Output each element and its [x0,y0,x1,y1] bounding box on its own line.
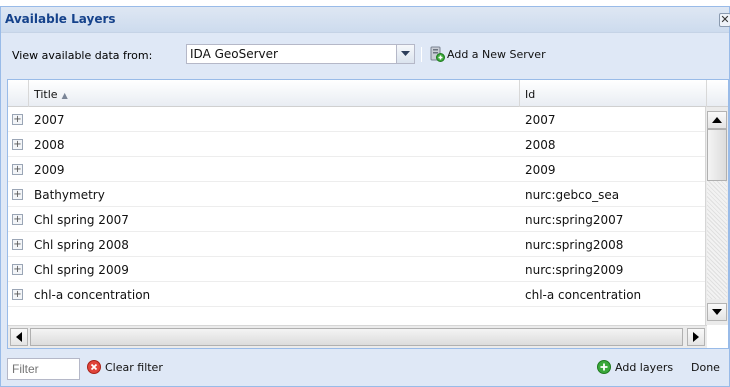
expand-icon[interactable]: + [12,114,23,125]
layers-grid: Title ▲ Id + 2007 2007 + 2008 2008 + 2009… [7,79,729,349]
table-row[interactable]: + Chl spring 2008 nurc:spring2008 [8,232,706,257]
scroll-right-button[interactable] [687,328,705,346]
available-layers-window: Available Layers ✕ View available data f… [0,6,730,387]
expand-icon[interactable]: + [12,189,23,200]
row-title: 2009 [34,163,65,177]
expand-icon[interactable]: + [12,239,23,250]
row-id: 2009 [525,163,556,177]
window-titlebar[interactable]: Available Layers ✕ [1,7,730,33]
title-column-header[interactable]: Title ▲ [30,80,520,107]
row-id: nurc:spring2008 [525,238,624,252]
scroll-left-button[interactable] [10,328,28,346]
add-server-button[interactable]: Add a New Server [427,44,548,64]
grid-rows: + 2007 2007 + 2008 2008 + 2009 2009 + Ba… [8,107,706,307]
filter-input[interactable] [7,358,80,380]
vertical-scrollbar[interactable] [705,107,728,325]
horizontal-scrollbar[interactable] [8,325,707,348]
source-label: View available data from: [12,49,153,62]
expand-icon[interactable]: + [12,289,23,300]
server-select-trigger[interactable] [396,45,414,63]
table-row[interactable]: + Chl spring 2009 nurc:spring2009 [8,257,706,282]
row-title: Bathymetry [34,188,105,202]
clear-filter-button[interactable]: Clear filter [87,360,163,374]
table-row[interactable]: + 2009 2009 [8,157,706,182]
toolbar-separator [421,47,422,62]
scroll-up-button[interactable] [707,111,727,129]
sort-ascending-icon: ▲ [61,91,68,100]
arrow-left-icon [16,332,22,342]
done-button[interactable]: Done [691,361,720,374]
arrow-right-icon [693,332,699,342]
vertical-scroll-thumb[interactable] [707,129,727,181]
arrow-down-icon [712,309,722,315]
server-add-icon [430,46,445,62]
table-row[interactable]: + chl-a concentration chl-a concentratio… [8,282,706,307]
row-id: nurc:gebco_sea [525,188,620,202]
vertical-scroll-track[interactable] [707,181,727,299]
row-id: chl-a concentration [525,288,642,302]
row-title: Chl spring 2009 [34,263,129,277]
row-title: 2007 [34,113,65,127]
row-id: 2007 [525,113,556,127]
chevron-down-icon [401,51,410,56]
expand-icon[interactable]: + [12,264,23,275]
expand-icon[interactable]: + [12,164,23,175]
window-title: Available Layers [5,12,116,26]
grid-header: Title ▲ Id [8,80,728,107]
expand-icon[interactable]: + [12,214,23,225]
add-server-label: Add a New Server [447,47,546,61]
close-icon: ✕ [720,13,730,26]
table-row[interactable]: + 2007 2007 [8,107,706,132]
scroll-down-button[interactable] [707,303,727,321]
expander-column-header [8,80,29,107]
clear-filter-label: Clear filter [105,360,163,374]
expand-icon[interactable]: + [12,139,23,150]
clear-icon [87,360,101,374]
title-column-label: Title [34,88,58,101]
table-row[interactable]: + Bathymetry nurc:gebco_sea [8,182,706,207]
source-toolbar: View available data from: IDA GeoServer … [5,41,729,67]
server-select-value: IDA GeoServer [190,47,278,61]
arrow-up-icon [712,117,722,123]
row-title: chl-a concentration [34,288,151,302]
close-button[interactable]: ✕ [719,13,730,27]
row-id: nurc:spring2009 [525,263,624,277]
add-icon [597,360,611,374]
id-column-label: Id [525,88,536,101]
bottom-toolbar: Clear filter Add layers Done [7,356,729,384]
row-id: nurc:spring2007 [525,213,624,227]
horizontal-scroll-thumb[interactable] [30,328,683,346]
id-column-header[interactable]: Id [521,80,707,107]
table-row[interactable]: + Chl spring 2007 nurc:spring2007 [8,207,706,232]
server-select[interactable]: IDA GeoServer [186,44,415,64]
row-title: Chl spring 2007 [34,213,129,227]
row-title: Chl spring 2008 [34,238,129,252]
row-title: 2008 [34,138,65,152]
add-layers-button[interactable]: Add layers [597,360,673,374]
table-row[interactable]: + 2008 2008 [8,132,706,157]
add-layers-label: Add layers [615,360,674,374]
row-id: 2008 [525,138,556,152]
